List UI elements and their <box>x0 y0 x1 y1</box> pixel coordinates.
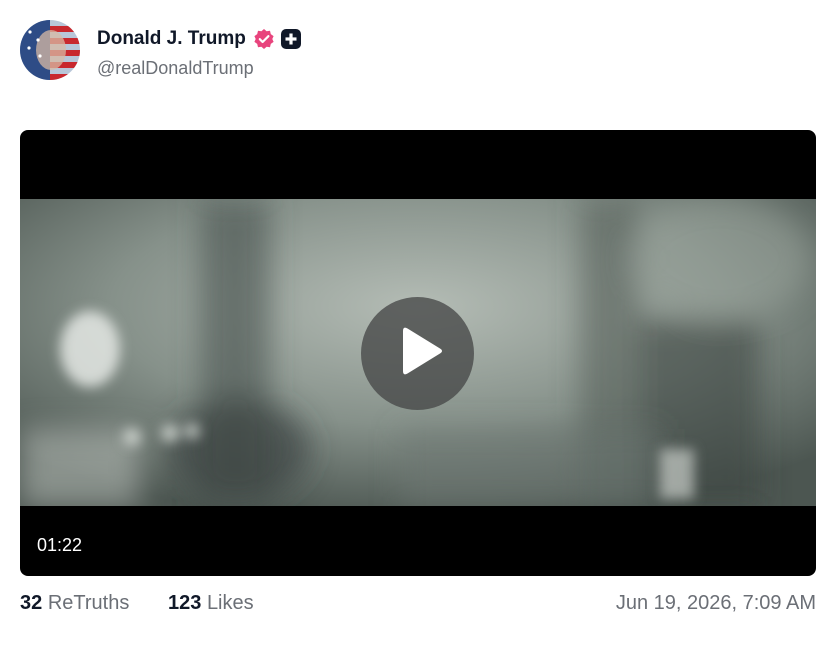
play-button[interactable] <box>361 297 474 410</box>
post-header: Donald J. Trump @realDonaldTrump <box>20 20 820 82</box>
avatar[interactable] <box>20 20 80 80</box>
author-handle[interactable]: @realDonaldTrump <box>97 58 301 79</box>
post-timestamp: Jun 19, 2026, 7:09 AM <box>615 592 816 614</box>
display-name[interactable]: Donald J. Trump <box>97 28 246 50</box>
likes-stat[interactable]: 123 Likes <box>168 592 254 615</box>
author-names: Donald J. Trump @realDonaldTrump <box>97 26 301 79</box>
play-icon <box>403 327 442 375</box>
verified-badge-icon <box>253 28 275 50</box>
retruths-stat[interactable]: 32 ReTruths <box>20 592 129 615</box>
retruths-count: 32 <box>20 592 43 614</box>
plus-badge-icon <box>280 29 301 49</box>
retruths-label: ReTruths <box>47 592 130 614</box>
name-row: Donald J. Trump <box>97 26 301 52</box>
avatar-image <box>20 20 80 80</box>
post-footer: 32 ReTruths 123 Likes Jun 19, 2026, 7:09… <box>20 592 816 622</box>
video-player[interactable]: 01:22 <box>20 130 816 576</box>
video-duration: 01:22 <box>37 535 83 555</box>
likes-label: Likes <box>206 592 254 614</box>
likes-count: 123 <box>168 592 202 614</box>
